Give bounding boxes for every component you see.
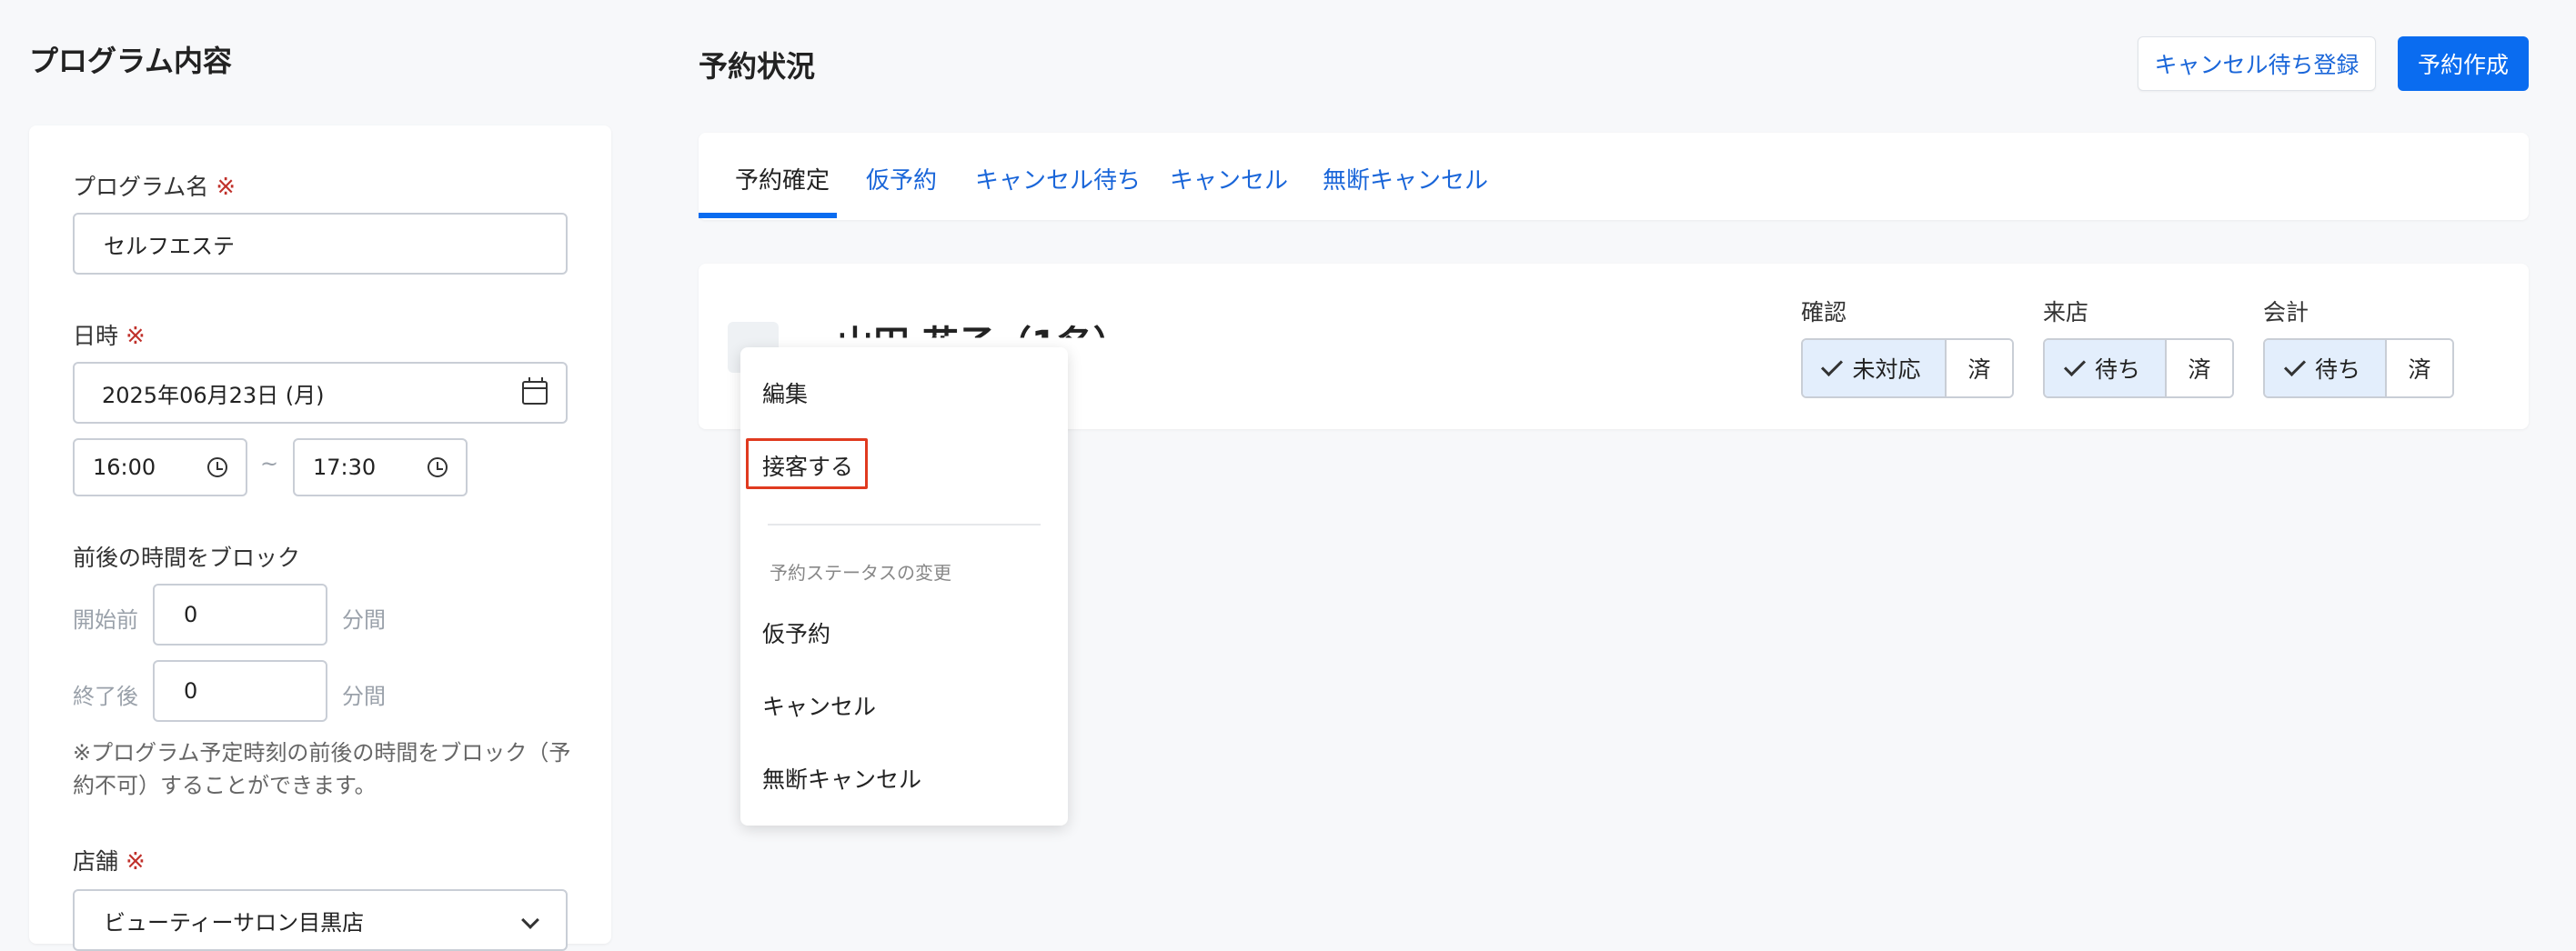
tab-waitlist[interactable]: キャンセル待ち <box>975 162 1141 195</box>
menu-item-cancel[interactable]: キャンセル <box>762 689 876 722</box>
program-section-title: プログラム内容 <box>29 44 233 78</box>
clock-icon[interactable] <box>207 457 227 477</box>
visit-waiting-button[interactable]: 待ち <box>2045 340 2167 396</box>
visit-done-button[interactable]: 済 <box>2167 340 2232 396</box>
confirm-status-label: 確認 <box>1801 299 1847 325</box>
reservation-action-menu: 編集 接客する 予約ステータスの変更 仮予約 キャンセル 無断キャンセル <box>740 347 1068 826</box>
waitlist-register-button[interactable]: キャンセル待ち登録 <box>2138 36 2376 91</box>
datetime-label: 日時 ※ <box>73 323 146 350</box>
before-unit: 分間 <box>342 607 386 633</box>
calendar-icon[interactable] <box>522 377 548 405</box>
confirm-done-button[interactable]: 済 <box>1947 340 2012 396</box>
required-mark: ※ <box>126 323 146 350</box>
after-minutes-input[interactable]: 0 <box>153 660 327 722</box>
menu-item-serve[interactable]: 接客する <box>762 449 853 482</box>
reservation-status-title: 予約状況 <box>699 49 816 84</box>
date-input[interactable]: 2025年06月23日 (月) <box>73 362 568 424</box>
clock-icon[interactable] <box>428 457 448 477</box>
required-mark: ※ <box>126 848 146 876</box>
confirm-pending-button[interactable]: 未対応 <box>1803 340 1947 396</box>
after-unit: 分間 <box>342 684 386 709</box>
visit-status-label: 来店 <box>2043 299 2089 325</box>
status-tabs: 予約確定 仮予約 キャンセル待ち キャンセル 無断キャンセル <box>699 133 2529 220</box>
payment-status-toggle: 待ち 済 <box>2263 338 2454 398</box>
menu-item-edit[interactable]: 編集 <box>762 376 808 409</box>
store-select[interactable]: ビューティーサロン目黒店 <box>73 889 568 951</box>
check-icon <box>2063 354 2087 377</box>
active-tab-indicator <box>699 213 837 218</box>
program-name-label: プログラム名 ※ <box>73 174 236 201</box>
program-form-card: プログラム名 ※ セルフエステ 日時 ※ 2025年06月23日 (月) 16:00… <box>29 125 611 951</box>
end-time-input[interactable]: 17:30 <box>293 438 468 496</box>
tab-confirmed[interactable]: 予約確定 <box>735 162 830 195</box>
store-label: 店舗 ※ <box>73 848 146 876</box>
check-icon <box>2283 354 2307 377</box>
before-label: 開始前 <box>73 607 138 633</box>
menu-divider <box>768 524 1041 526</box>
time-range-separator: ~ <box>260 451 279 476</box>
confirm-status-toggle: 未対応 済 <box>1801 338 2014 398</box>
payment-done-button[interactable]: 済 <box>2387 340 2452 396</box>
after-label: 終了後 <box>73 684 138 709</box>
tab-no-show[interactable]: 無断キャンセル <box>1323 162 1488 195</box>
block-time-note: ※プログラム予定時刻の前後の時間をブロック（予 約不可）することができます。 <box>73 740 571 798</box>
chevron-down-icon <box>521 911 539 929</box>
create-reservation-button[interactable]: 予約作成 <box>2398 36 2529 91</box>
payment-waiting-button[interactable]: 待ち <box>2265 340 2387 396</box>
tab-tentative[interactable]: 仮予約 <box>866 162 937 195</box>
before-minutes-input[interactable]: 0 <box>153 584 327 646</box>
block-time-label: 前後の時間をブロック <box>73 545 301 571</box>
start-time-input[interactable]: 16:00 <box>73 438 247 496</box>
check-icon <box>1821 354 1844 377</box>
menu-section-title: 予約ステータスの変更 <box>770 562 951 584</box>
visit-status-toggle: 待ち 済 <box>2043 338 2234 398</box>
payment-status-label: 会計 <box>2263 299 2309 325</box>
required-mark: ※ <box>216 174 236 201</box>
menu-item-no-show[interactable]: 無断キャンセル <box>762 762 921 795</box>
program-name-input[interactable]: セルフエステ <box>73 213 568 275</box>
menu-item-tentative[interactable]: 仮予約 <box>762 616 830 649</box>
tab-cancelled[interactable]: キャンセル <box>1170 162 1288 195</box>
